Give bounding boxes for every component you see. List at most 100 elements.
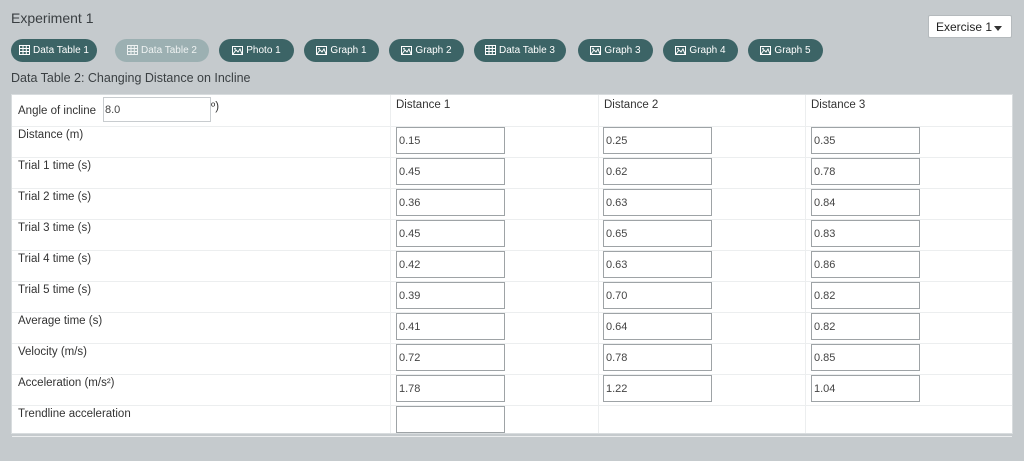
- column-header-distance-3: Distance 3: [811, 99, 866, 111]
- table-icon: [127, 45, 139, 56]
- exercise-dropdown[interactable]: Exercise 1: [928, 15, 1012, 38]
- column-header-distance-2: Distance 2: [604, 99, 659, 111]
- value-input-distance-1[interactable]: 0.45: [396, 158, 505, 185]
- angle-input[interactable]: 8.0: [103, 97, 211, 122]
- cell-value: 0.39: [399, 289, 421, 302]
- table-row: Trial 5 time (s) 0.39 0.70 0.82: [12, 281, 1012, 313]
- row-label: Trial 4 time (s): [18, 253, 92, 265]
- row-label: Trial 2 time (s): [18, 191, 92, 203]
- row-label: Acceleration (m/s²): [18, 377, 115, 389]
- value-input-distance-2[interactable]: 1.22: [603, 375, 712, 402]
- cell-value: 1.22: [606, 382, 628, 395]
- value-input-distance-1[interactable]: [396, 406, 505, 433]
- cell-value: 0.84: [814, 196, 836, 209]
- tab-data-table-1[interactable]: Data Table 1: [11, 39, 97, 62]
- table-row: Trial 3 time (s) 0.45 0.65 0.83: [12, 219, 1012, 251]
- tab-label: Data Table 1: [33, 45, 89, 56]
- tab-photo-1[interactable]: Photo 1: [219, 39, 294, 62]
- cell-value: 0.83: [814, 227, 836, 240]
- value-input-distance-1[interactable]: 0.42: [396, 251, 505, 278]
- data-table: Angle of incline 8.0 º) Distance 1 Dista…: [11, 94, 1013, 437]
- value-input-distance-3[interactable]: 0.84: [811, 189, 920, 216]
- cell-value: 0.85: [814, 351, 836, 364]
- cell-value: 0.41: [399, 320, 421, 333]
- row-label: Distance (m): [18, 129, 84, 141]
- cell-value: 0.35: [814, 134, 836, 147]
- cell-value: 0.86: [814, 258, 836, 271]
- cell-value: 0.63: [606, 196, 628, 209]
- tab-graph-5[interactable]: Graph 5: [748, 39, 823, 62]
- graph-icon: [760, 45, 772, 56]
- value-input-distance-2[interactable]: 0.78: [603, 344, 712, 371]
- graph-icon: [675, 45, 687, 56]
- tab-label: Graph 3: [604, 45, 641, 56]
- graph-icon: [590, 45, 602, 56]
- value-input-distance-1[interactable]: 0.36: [396, 189, 505, 216]
- tab-data-table-3[interactable]: Data Table 3: [474, 39, 566, 62]
- value-input-distance-1[interactable]: 0.41: [396, 313, 505, 340]
- cell-value: 0.78: [814, 165, 836, 178]
- tab-graph-1[interactable]: Graph 1: [304, 39, 379, 62]
- value-input-distance-3[interactable]: 0.86: [811, 251, 920, 278]
- table-row: Trendline acceleration: [12, 405, 1012, 437]
- section-title: Data Table 2: Changing Distance on Incli…: [11, 71, 251, 85]
- cell-value: 0.45: [399, 165, 421, 178]
- cell-value: 0.62: [606, 165, 628, 178]
- tab-label: Data Table 3: [499, 45, 555, 56]
- value-input-distance-3[interactable]: 0.35: [811, 127, 920, 154]
- cell-value: 0.72: [399, 351, 421, 364]
- tab-graph-4[interactable]: Graph 4: [663, 39, 738, 62]
- value-input-distance-2[interactable]: 0.63: [603, 251, 712, 278]
- row-label: Trial 1 time (s): [18, 160, 92, 172]
- value-input-distance-3[interactable]: 0.82: [811, 282, 920, 309]
- value-input-distance-2[interactable]: 0.25: [603, 127, 712, 154]
- row-label: Trial 3 time (s): [18, 222, 92, 234]
- tab-label: Data Table 2: [141, 45, 197, 56]
- cell-value: 0.65: [606, 227, 628, 240]
- value-input-distance-1[interactable]: 0.39: [396, 282, 505, 309]
- table-row: Distance (m) 0.15 0.25 0.35: [12, 126, 1012, 158]
- table-row: Velocity (m/s) 0.72 0.78 0.85: [12, 343, 1012, 375]
- cell-value: 0.45: [399, 227, 421, 240]
- value-input-distance-3[interactable]: 0.83: [811, 220, 920, 247]
- value-input-distance-1[interactable]: 1.78: [396, 375, 505, 402]
- value-input-distance-1[interactable]: 0.72: [396, 344, 505, 371]
- value-input-distance-2[interactable]: 0.62: [603, 158, 712, 185]
- value-input-distance-3[interactable]: 0.82: [811, 313, 920, 340]
- cell-value: 0.78: [606, 351, 628, 364]
- tab-graph-3[interactable]: Graph 3: [578, 39, 653, 62]
- cell-value: 0.82: [814, 320, 836, 333]
- experiment-title: Experiment 1: [11, 10, 94, 26]
- cell-value: 1.04: [814, 382, 836, 395]
- value-input-distance-2[interactable]: 0.63: [603, 189, 712, 216]
- tab-label: Graph 4: [689, 45, 726, 56]
- table-icon: [19, 45, 31, 56]
- tab-label: Graph 2: [415, 45, 452, 56]
- tab-graph-2[interactable]: Graph 2: [389, 39, 464, 62]
- tab-data-table-2[interactable]: Data Table 2: [115, 39, 209, 62]
- cell-value: 0.63: [606, 258, 628, 271]
- angle-label: Angle of incline: [18, 105, 96, 117]
- tab-label: Graph 5: [774, 45, 811, 56]
- row-label: Trial 5 time (s): [18, 284, 92, 296]
- cell-value: 0.82: [814, 289, 836, 302]
- value-input-distance-3[interactable]: 0.85: [811, 344, 920, 371]
- row-label: Average time (s): [18, 315, 103, 327]
- value-input-distance-2[interactable]: 0.70: [603, 282, 712, 309]
- angle-unit: º): [211, 101, 220, 113]
- photo-icon: [232, 45, 244, 56]
- cell-value: 0.42: [399, 258, 421, 271]
- cell-value: 0.36: [399, 196, 421, 209]
- value-input-distance-3[interactable]: 0.78: [811, 158, 920, 185]
- value-input-distance-3[interactable]: 1.04: [811, 375, 920, 402]
- value-input-distance-1[interactable]: 0.45: [396, 220, 505, 247]
- value-input-distance-2[interactable]: 0.64: [603, 313, 712, 340]
- table-row: Trial 1 time (s) 0.45 0.62 0.78: [12, 157, 1012, 189]
- graph-icon: [401, 45, 413, 56]
- cell-value: 0.15: [399, 134, 421, 147]
- value-input-distance-1[interactable]: 0.15: [396, 127, 505, 154]
- value-input-distance-2[interactable]: 0.65: [603, 220, 712, 247]
- row-label: Trendline acceleration: [18, 408, 131, 420]
- tab-label: Photo 1: [246, 45, 281, 56]
- angle-input-value: 8.0: [105, 103, 121, 116]
